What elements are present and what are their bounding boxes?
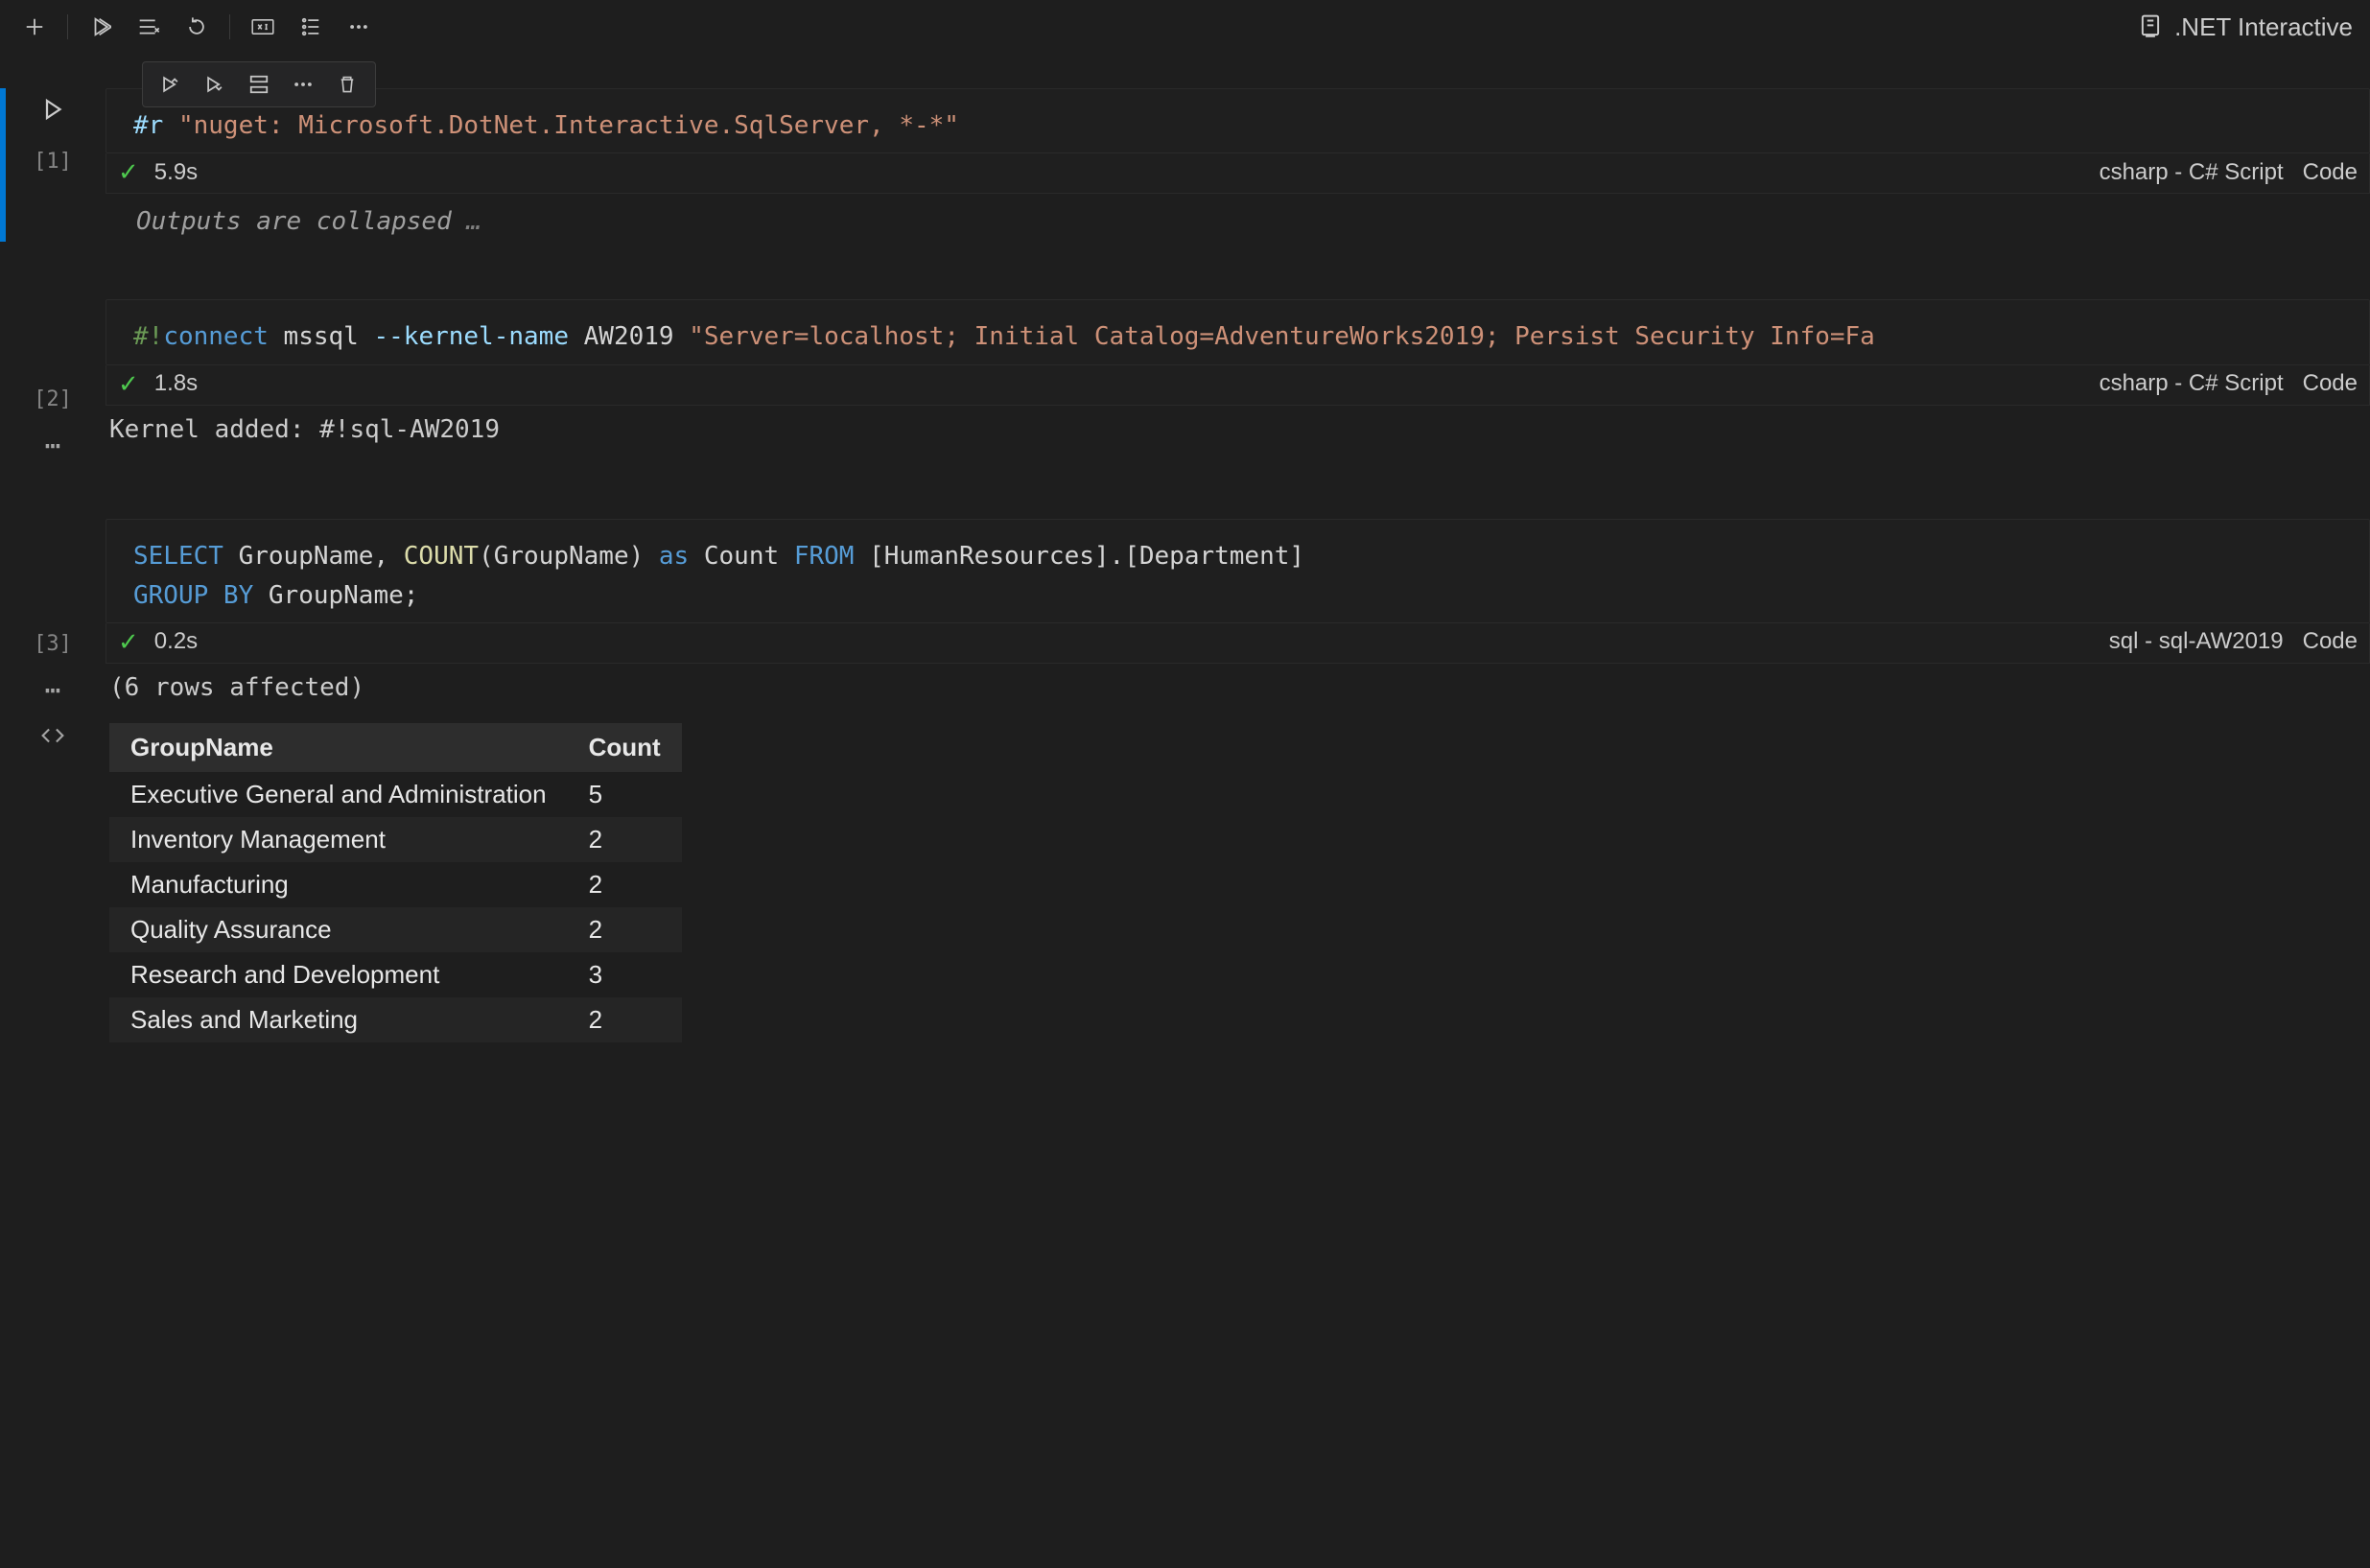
- code-editor[interactable]: SELECT GroupName, COUNT(GroupName) as Co…: [106, 519, 2370, 623]
- notebook-body: [1] #r "nuget: Microsoft.DotNet.Interact…: [0, 88, 2370, 1042]
- cell-language-label[interactable]: csharp - C# Script: [2100, 370, 2284, 397]
- cell-value: 2: [568, 997, 682, 1042]
- cell-status: ✓ 5.9s csharp - C# Script Code: [106, 153, 2370, 194]
- success-icon: ✓: [118, 157, 139, 187]
- collapsed-output[interactable]: Outputs are collapsed …: [106, 194, 2370, 242]
- cell-value: Sales and Marketing: [109, 997, 568, 1042]
- code-token: #r: [133, 111, 163, 140]
- collapsed-output-text: Outputs are collapsed: [136, 207, 452, 236]
- separator: [67, 14, 68, 39]
- code-token: --kernel-name: [373, 322, 569, 351]
- execution-time: 1.8s: [154, 370, 198, 397]
- result-table: GroupName Count Executive General and Ad…: [109, 723, 682, 1042]
- success-icon: ✓: [118, 369, 139, 399]
- table-row: Sales and Marketing2: [109, 997, 682, 1042]
- more-cell-actions-button[interactable]: [287, 68, 319, 101]
- focus-indicator: [0, 88, 6, 242]
- rows-affected: (6 rows affected): [106, 664, 2370, 708]
- run-all-button[interactable]: [83, 10, 118, 44]
- code-editor[interactable]: #!connect mssql --kernel-name AW2019 "Se…: [106, 299, 2370, 364]
- code-token: #!: [133, 322, 163, 351]
- more-actions-button[interactable]: [341, 10, 376, 44]
- column-header: GroupName: [109, 723, 568, 772]
- table-row: Executive General and Administration5: [109, 772, 682, 817]
- cell-toolbar: [142, 61, 376, 107]
- code-token: AW2019: [584, 322, 674, 351]
- rows-affected-text: (6 rows affected): [109, 673, 364, 702]
- output-menu-button[interactable]: ⋯: [45, 440, 61, 452]
- code-token: "Server=localhost; Initial Catalog=Adven…: [689, 322, 1875, 351]
- code-token: FROM: [794, 542, 855, 571]
- execution-count: [2]: [34, 387, 72, 411]
- code-token: mssql: [284, 322, 359, 351]
- cell-type-label[interactable]: Code: [2303, 628, 2358, 655]
- table-row: Quality Assurance2: [109, 907, 682, 952]
- cell-status: ✓ 0.2s sql - sql-AW2019 Code: [106, 623, 2370, 664]
- delete-cell-button[interactable]: [331, 68, 364, 101]
- code-token: GroupName;: [269, 581, 419, 610]
- ellipsis-icon: …: [466, 207, 481, 236]
- variables-button[interactable]: [246, 10, 280, 44]
- cell-language-label[interactable]: sql - sql-AW2019: [2109, 628, 2284, 655]
- code-token: Count: [704, 542, 779, 571]
- code-token: GroupName,: [239, 542, 389, 571]
- restart-kernel-button[interactable]: [179, 10, 214, 44]
- kernel-indicator[interactable]: .NET Interactive: [2138, 12, 2353, 42]
- cell-output: Kernel added: #!sql-AW2019: [106, 406, 2370, 450]
- cell-type-label[interactable]: Code: [2303, 159, 2358, 186]
- cell-value: 3: [568, 952, 682, 997]
- execution-time: 5.9s: [154, 159, 198, 186]
- table-row: Manufacturing2: [109, 862, 682, 907]
- server-icon: [2138, 14, 2163, 39]
- execution-time: 0.2s: [154, 628, 198, 655]
- table-row: Research and Development3: [109, 952, 682, 997]
- code-token: as: [659, 542, 689, 571]
- code-token: "nuget: Microsoft.DotNet.Interactive.Sql…: [178, 111, 959, 140]
- code-token: COUNT: [404, 542, 479, 571]
- cell-value: 2: [568, 862, 682, 907]
- cell-language-label[interactable]: csharp - C# Script: [2100, 159, 2284, 186]
- run-above-button[interactable]: [154, 68, 187, 101]
- execution-count: [3]: [34, 632, 72, 656]
- success-icon: ✓: [118, 627, 139, 657]
- cell-value: Executive General and Administration: [109, 772, 568, 817]
- cell[interactable]: [3] ⋯ SELECT GroupName, COUNT(GroupName)…: [0, 519, 2370, 1042]
- split-cell-button[interactable]: [243, 68, 275, 101]
- table-header-row: GroupName Count: [109, 723, 682, 772]
- run-below-button[interactable]: [199, 68, 231, 101]
- separator: [229, 14, 230, 39]
- cell-value: 5: [568, 772, 682, 817]
- cell[interactable]: [1] #r "nuget: Microsoft.DotNet.Interact…: [0, 88, 2370, 242]
- execution-count: [1]: [34, 150, 72, 174]
- cell-value: Inventory Management: [109, 817, 568, 862]
- code-token: [HumanResources].[Department]: [869, 542, 1304, 571]
- cell-gutter: [2] ⋯: [0, 299, 106, 452]
- output-text: Kernel added: #!sql-AW2019: [109, 415, 500, 444]
- cell-value: 2: [568, 817, 682, 862]
- notebook-toolbar: .NET Interactive: [0, 0, 2370, 54]
- code-output-icon[interactable]: [40, 725, 65, 746]
- table-row: Inventory Management2: [109, 817, 682, 862]
- column-header: Count: [568, 723, 682, 772]
- cell-value: Quality Assurance: [109, 907, 568, 952]
- cell[interactable]: [2] ⋯ #!connect mssql --kernel-name AW20…: [0, 299, 2370, 452]
- code-token: SELECT: [133, 542, 223, 571]
- cell-gutter: [3] ⋯: [0, 519, 106, 1042]
- code-token: (GroupName): [479, 542, 644, 571]
- cell-gutter: [1]: [0, 88, 106, 242]
- cell-value: Research and Development: [109, 952, 568, 997]
- add-cell-button[interactable]: [17, 10, 52, 44]
- cell-value: 2: [568, 907, 682, 952]
- clear-outputs-button[interactable]: [131, 10, 166, 44]
- cell-value: Manufacturing: [109, 862, 568, 907]
- run-cell-button[interactable]: [41, 98, 64, 121]
- code-token: connect: [163, 322, 269, 351]
- cell-status: ✓ 1.8s csharp - C# Script Code: [106, 365, 2370, 406]
- cell-type-label[interactable]: Code: [2303, 370, 2358, 397]
- code-editor[interactable]: #r "nuget: Microsoft.DotNet.Interactive.…: [106, 88, 2370, 153]
- code-token: GROUP BY: [133, 581, 253, 610]
- output-menu-button[interactable]: ⋯: [45, 685, 61, 696]
- kernel-label: .NET Interactive: [2174, 12, 2353, 42]
- outline-button[interactable]: [293, 10, 328, 44]
